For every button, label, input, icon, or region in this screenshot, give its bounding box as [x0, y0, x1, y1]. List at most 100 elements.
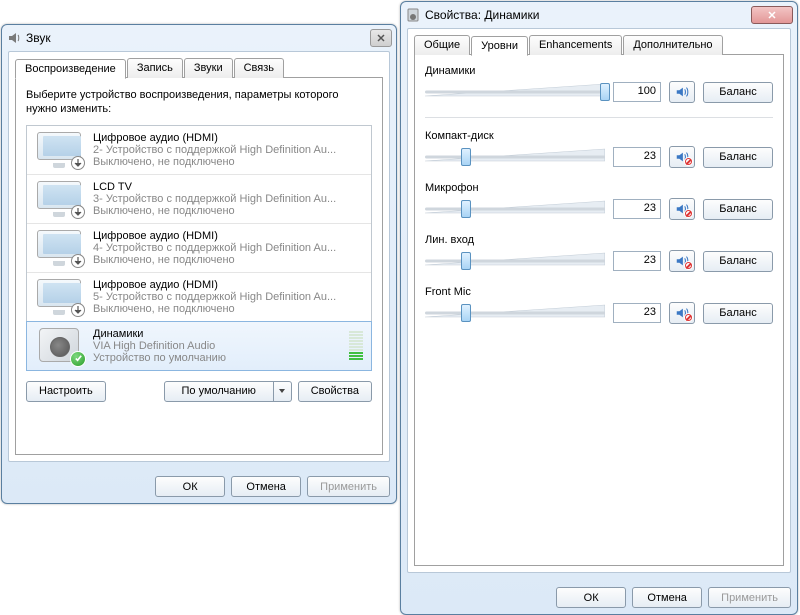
cancel-button[interactable]: Отмена [632, 587, 702, 608]
device-name: Динамики [93, 328, 349, 340]
divider [425, 117, 773, 118]
volume-value[interactable]: 23 [613, 251, 661, 271]
balance-button[interactable]: Баланс [703, 147, 773, 168]
tab-levels[interactable]: Уровни [471, 36, 528, 56]
balance-button[interactable]: Баланс [703, 251, 773, 272]
ok-button[interactable]: ОК [556, 587, 626, 608]
slider-thumb[interactable] [600, 83, 610, 101]
level-group: Front Mic 23 Баланс [425, 286, 773, 324]
balance-button[interactable]: Баланс [703, 199, 773, 220]
device-row[interactable]: Цифровое аудио (HDMI) 5- Устройство с по… [27, 273, 371, 322]
apply-button[interactable]: Применить [708, 587, 791, 608]
device-status: Выключено, не подключено [93, 303, 363, 315]
device-row[interactable]: Цифровое аудио (HDMI) 2- Устройство с по… [27, 126, 371, 175]
titlebar[interactable]: Свойства: Динамики [401, 2, 797, 28]
level-group: Компакт-диск 23 Баланс [425, 130, 773, 168]
ok-button[interactable]: ОК [155, 476, 225, 497]
close-button[interactable] [370, 29, 392, 47]
level-label: Front Mic [425, 286, 773, 298]
arrow-down-icon [71, 156, 85, 170]
level-label: Динамики [425, 65, 773, 77]
device-status: Выключено, не подключено [93, 254, 363, 266]
device-row[interactable]: LCD TV 3- Устройство с поддержкой High D… [27, 175, 371, 224]
volume-value[interactable]: 23 [613, 147, 661, 167]
arrow-down-icon [71, 205, 85, 219]
device-description: 5- Устройство с поддержкой High Definiti… [93, 291, 363, 303]
tab-communications[interactable]: Связь [234, 58, 284, 78]
monitor-icon [35, 132, 83, 168]
volume-value[interactable]: 23 [613, 303, 661, 323]
balance-button[interactable]: Баланс [703, 82, 773, 103]
slider-thumb[interactable] [461, 252, 471, 270]
device-description: 3- Устройство с поддержкой High Definiti… [93, 193, 363, 205]
slider-thumb[interactable] [461, 148, 471, 166]
close-button[interactable] [751, 6, 793, 24]
tab-recording[interactable]: Запись [127, 58, 183, 78]
device-name: Цифровое аудио (HDMI) [93, 132, 363, 144]
mute-button[interactable] [669, 81, 695, 103]
level-meter [349, 331, 363, 360]
device-status: Устройство по умолчанию [93, 352, 349, 364]
check-icon [70, 351, 86, 367]
volume-slider[interactable] [425, 198, 605, 220]
monitor-icon [35, 230, 83, 266]
sound-icon [6, 30, 22, 46]
device-row[interactable]: Цифровое аудио (HDMI) 4- Устройство с по… [27, 224, 371, 273]
device-status: Выключено, не подключено [93, 156, 363, 168]
set-default-button[interactable]: По умолчанию [164, 381, 274, 402]
tab-strip: Общие Уровни Enhancements Дополнительно [414, 35, 784, 55]
titlebar[interactable]: Звук [2, 25, 396, 51]
volume-slider[interactable] [425, 81, 605, 103]
level-group: Динамики 100 Баланс [425, 65, 773, 103]
device-description: VIA High Definition Audio [93, 340, 349, 352]
volume-slider[interactable] [425, 146, 605, 168]
set-default-dropdown[interactable] [274, 381, 292, 402]
muted-indicator-icon [684, 261, 693, 270]
tab-playback[interactable]: Воспроизведение [15, 59, 126, 79]
tab-general[interactable]: Общие [414, 35, 470, 55]
set-default-split-button[interactable]: По умолчанию [164, 381, 292, 402]
cancel-button[interactable]: Отмена [231, 476, 301, 497]
level-group: Микрофон 23 Баланс [425, 182, 773, 220]
window-title: Свойства: Динамики [425, 8, 751, 22]
level-label: Лин. вход [425, 234, 773, 246]
speaker-device-icon [35, 328, 83, 364]
tab-sounds[interactable]: Звуки [184, 58, 233, 78]
device-name: LCD TV [93, 181, 363, 193]
tab-advanced[interactable]: Дополнительно [623, 35, 722, 55]
device-row[interactable]: Динамики VIA High Definition Audio Устро… [26, 321, 372, 371]
muted-indicator-icon [684, 209, 693, 218]
speaker-icon [405, 7, 421, 23]
balance-button[interactable]: Баланс [703, 303, 773, 324]
configure-button[interactable]: Настроить [26, 381, 106, 402]
level-label: Компакт-диск [425, 130, 773, 142]
tab-strip: Воспроизведение Запись Звуки Связь [15, 58, 383, 78]
device-name: Цифровое аудио (HDMI) [93, 230, 363, 242]
level-group: Лин. вход 23 Баланс [425, 234, 773, 272]
monitor-icon [35, 181, 83, 217]
mute-button[interactable] [669, 198, 695, 220]
volume-slider[interactable] [425, 250, 605, 272]
slider-thumb[interactable] [461, 304, 471, 322]
volume-value[interactable]: 100 [613, 82, 661, 102]
monitor-icon [35, 279, 83, 315]
instruction-text: Выберите устройство воспроизведения, пар… [26, 88, 372, 117]
muted-indicator-icon [684, 157, 693, 166]
slider-thumb[interactable] [461, 200, 471, 218]
volume-slider[interactable] [425, 302, 605, 324]
tab-enhancements[interactable]: Enhancements [529, 35, 622, 55]
volume-value[interactable]: 23 [613, 199, 661, 219]
mute-button[interactable] [669, 146, 695, 168]
device-name: Цифровое аудио (HDMI) [93, 279, 363, 291]
apply-button[interactable]: Применить [307, 476, 390, 497]
device-status: Выключено, не подключено [93, 205, 363, 217]
level-label: Микрофон [425, 182, 773, 194]
device-list[interactable]: Цифровое аудио (HDMI) 2- Устройство с по… [26, 125, 372, 371]
device-description: 2- Устройство с поддержкой High Definiti… [93, 144, 363, 156]
muted-indicator-icon [684, 313, 693, 322]
properties-button[interactable]: Свойства [298, 381, 372, 402]
mute-button[interactable] [669, 302, 695, 324]
window-title: Звук [26, 31, 370, 45]
mute-button[interactable] [669, 250, 695, 272]
arrow-down-icon [71, 254, 85, 268]
